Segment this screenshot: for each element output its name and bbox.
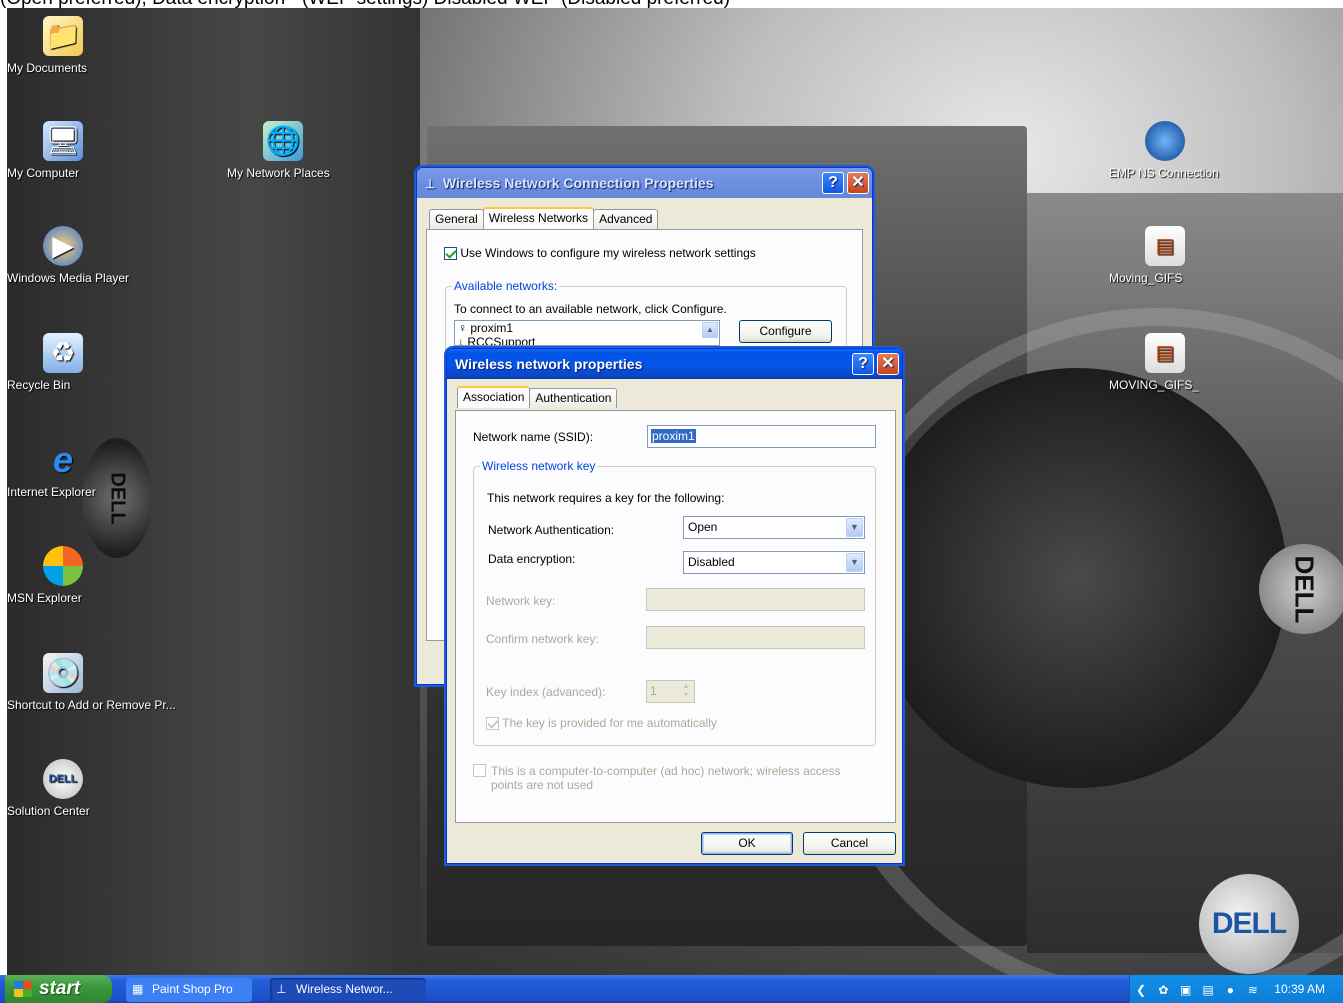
inner-title-bar[interactable]: Wireless network properties ? ✕ (447, 349, 902, 379)
dell-logo-right: DELL (1259, 544, 1343, 634)
powerpoint-file-icon: ▤ (1145, 333, 1185, 373)
antenna-icon: ↓ (458, 335, 464, 346)
desktop-icon-moving-gifs-2[interactable]: ▤ MOVING_GIFS_ (1109, 333, 1221, 392)
windows-flag-icon (14, 981, 32, 997)
key-index-spinner: 1 ▲ ▼ (646, 680, 695, 703)
network-key-input (646, 588, 865, 611)
tab-association[interactable]: Association (457, 386, 531, 408)
network-connection-icon: ⊥ (276, 982, 287, 996)
ok-button[interactable]: OK (701, 832, 793, 855)
desktop-icon-moving-gifs[interactable]: ▤ Moving_GIFS (1109, 226, 1221, 285)
clock[interactable]: 10:39 AM (1274, 975, 1325, 1003)
taskbar-item-paint-shop-pro[interactable]: ▦ Paint Shop Pro (126, 978, 252, 1002)
auth-label: Network Authentication: (488, 523, 615, 537)
folder-icon: 📁 (43, 16, 83, 56)
adhoc-checkbox (473, 764, 486, 777)
dell-solution-center-icon: DELL (43, 759, 83, 799)
close-button[interactable]: ✕ (877, 353, 899, 375)
internet-explorer-icon: e (52, 439, 74, 480)
desktop-icon-my-computer[interactable]: 🖥 My Computer (7, 121, 119, 180)
scroll-up-icon[interactable]: ▲ (702, 322, 718, 338)
desktop-icon-recycle-bin[interactable]: ♻ Recycle Bin (7, 333, 119, 392)
connect-hint: To connect to an available network, clic… (454, 302, 727, 316)
close-button[interactable]: ✕ (847, 172, 869, 194)
association-pane: Network name (SSID): proxim1 Wireless ne… (455, 410, 896, 823)
chevron-down-icon[interactable]: ▼ (846, 553, 863, 572)
networks-list[interactable]: ♀ proxim1 ↓ RCCSupport ▲ (454, 320, 720, 346)
desktop-icon-emp-ns[interactable]: EMP NS Connection (1109, 121, 1221, 180)
inner-title: Wireless network properties (455, 356, 643, 372)
encryption-select[interactable]: Disabled ▼ (683, 551, 865, 574)
network-globe-icon: 🌐 (263, 121, 303, 161)
inner-tabs: Association Authentication (457, 386, 618, 408)
ssid-input[interactable]: proxim1 (647, 425, 876, 448)
paint-shop-pro-icon: ▦ (132, 982, 144, 996)
key-index-label: Key index (advanced): (486, 685, 606, 699)
tab-wireless-networks[interactable]: Wireless Networks (482, 207, 595, 229)
wallpaper-disc (867, 368, 1287, 788)
emp-connection-icon (1145, 121, 1185, 161)
system-tray: ❮ ✿ ▣ ▤ ● ≋ 10:39 AM (1129, 975, 1343, 1003)
use-windows-label: Use Windows to configure my wireless net… (460, 246, 756, 260)
media-player-icon: ▶ (43, 226, 83, 266)
chevron-down-icon[interactable]: ▼ (846, 518, 863, 537)
desktop-icon-solution-center[interactable]: DELL Solution Center (7, 759, 119, 818)
desktop-icon-windows-media-player[interactable]: ▶ Windows Media Player (7, 226, 129, 285)
desktop-icon-internet-explorer[interactable]: e Internet Explorer (7, 439, 119, 500)
tab-authentication[interactable]: Authentication (529, 388, 618, 408)
auto-key-checkbox (486, 717, 499, 731)
tab-advanced[interactable]: Advanced (593, 209, 659, 229)
auto-key-label: The key is provided for me automatically (502, 716, 717, 730)
desktop-icon-my-documents[interactable]: 📁 My Documents (7, 16, 119, 75)
desktop-icon-my-network-places[interactable]: 🌐 My Network Places (227, 121, 339, 180)
confirm-key-label: Confirm network key: (486, 632, 599, 646)
encryption-label: Data encryption: (488, 552, 576, 566)
dell-logo-bottom: DELL (1199, 874, 1299, 974)
taskbar-item-wireless-network[interactable]: ⊥ Wireless Networ... (270, 978, 426, 1002)
network-item[interactable]: ♀ proxim1 (455, 321, 719, 335)
recycle-bin-icon: ♻ (43, 333, 83, 373)
add-remove-programs-icon: 💿 (43, 653, 83, 693)
tray-wireless-icon[interactable]: ≋ (1245, 982, 1261, 998)
antenna-icon: ♀ (458, 321, 467, 335)
wireless-key-title: Wireless network key (480, 459, 598, 473)
network-connection-icon: ⊥ (425, 177, 436, 191)
tray-display-icon[interactable]: ▤ (1200, 982, 1216, 998)
available-networks-title: Available networks: (452, 279, 560, 293)
auth-select[interactable]: Open ▼ (683, 516, 865, 539)
computer-icon: 🖥 (43, 121, 83, 161)
spinner-arrows-icon: ▲ ▼ (682, 683, 690, 699)
tab-general[interactable]: General (429, 209, 484, 229)
top-caption: (Open preferred), Data encryption - (WEP… (0, 0, 1343, 8)
start-button[interactable]: start (5, 975, 112, 1003)
use-windows-checkbox[interactable] (444, 247, 457, 261)
adhoc-label: This is a computer-to-computer (ad hoc) … (491, 764, 841, 792)
outer-tabs: General Wireless Networks Advanced (429, 207, 659, 229)
desktop-icon-msn-explorer[interactable]: MSN Explorer (7, 546, 119, 605)
powerpoint-file-icon: ▤ (1145, 226, 1185, 266)
tray-msn-icon[interactable]: ✿ (1155, 982, 1171, 998)
configure-button[interactable]: Configure (739, 320, 832, 343)
taskbar: start ▦ Paint Shop Pro ⊥ Wireless Networ… (0, 975, 1343, 1003)
use-windows-row[interactable]: Use Windows to configure my wireless net… (444, 246, 756, 261)
wireless-key-group: Wireless network key This network requir… (473, 459, 876, 746)
desktop-icon-add-remove[interactable]: 💿 Shortcut to Add or Remove Pr... (7, 653, 176, 712)
network-key-label: Network key: (486, 594, 556, 608)
tray-security-icon[interactable]: ● (1222, 982, 1238, 998)
key-intro: This network requires a key for the foll… (487, 491, 725, 505)
network-item[interactable]: ↓ RCCSupport (455, 335, 719, 346)
outer-title-bar[interactable]: ⊥ Wireless Network Connection Properties… (417, 168, 872, 198)
wireless-network-properties-window: Wireless network properties ? ✕ Associat… (446, 348, 903, 864)
help-button[interactable]: ? (852, 353, 874, 375)
confirm-key-input (646, 626, 865, 649)
tray-network-icon[interactable]: ▣ (1178, 982, 1194, 998)
cancel-button[interactable]: Cancel (803, 832, 896, 855)
tray-arrow-icon[interactable]: ❮ (1133, 982, 1149, 998)
ssid-label: Network name (SSID): (473, 430, 594, 444)
msn-butterfly-icon (43, 546, 83, 586)
outer-title: Wireless Network Connection Properties (442, 175, 714, 191)
auto-key-row: The key is provided for me automatically (486, 716, 717, 731)
help-button[interactable]: ? (822, 172, 844, 194)
